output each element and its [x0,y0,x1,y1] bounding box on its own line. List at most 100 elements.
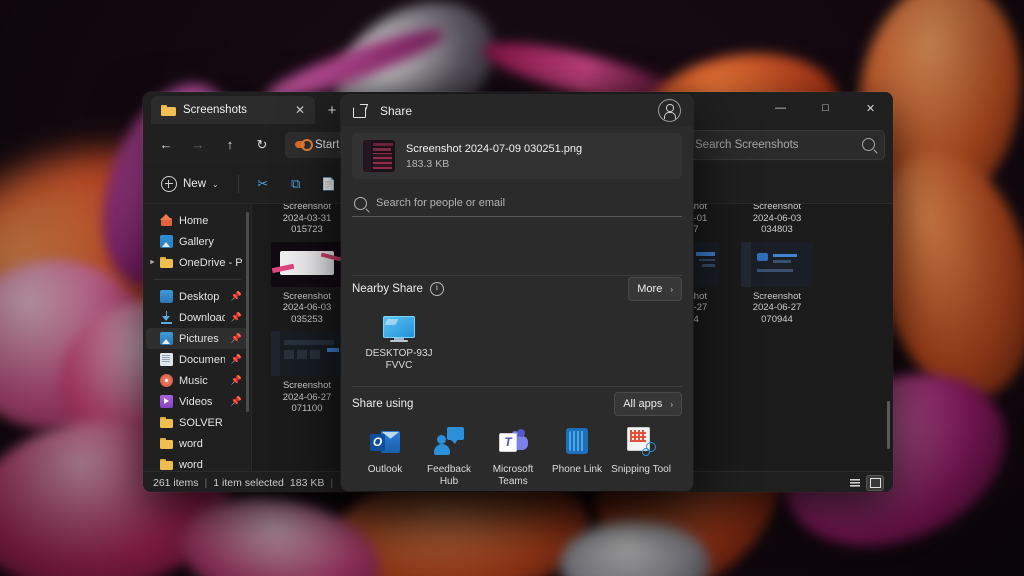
info-icon[interactable] [429,282,444,296]
status-separator: | [330,477,334,489]
file-name: Screenshot 2024-06-03 034803 [752,204,802,235]
file-item[interactable]: Screenshot 2024-06-27 070944 [738,241,816,326]
back-button[interactable]: ← [151,131,181,159]
sidebar-item-solver[interactable]: SOLVER [146,412,248,433]
share-app-microsoft-teams[interactable]: Microsoft Teams [481,427,545,488]
item-count: 261 items [153,477,199,489]
explorer-tab-screenshots[interactable]: Screenshots ✕ [151,96,315,124]
tab-title: Screenshots [183,104,247,116]
sidebar-item-label: Pictures [179,332,219,345]
chevron-right-icon: › [670,284,673,294]
share-app-label: Feedback Hub [427,464,471,487]
home-icon [160,214,173,227]
share-app-snipping-tool[interactable]: Snipping Tool [609,427,673,488]
sidebar-item-label: Home [179,214,209,227]
search-placeholder: Search Screenshots [695,138,799,151]
shared-file-size: 183.3 KB [406,157,450,170]
file-item[interactable]: Screenshot 2024-06-03 034803 [738,204,816,236]
window-controls: — □ ✕ [758,92,893,124]
tiles-view-button[interactable] [866,475,884,491]
sidebar-item-home[interactable]: Home [146,210,248,231]
shared-file-card[interactable]: Screenshot 2024-07-09 030251.png 183.3 K… [352,133,682,179]
selection-size: 183 KB [289,477,325,489]
sidebar-item-desktop[interactable]: Desktop 📌 [146,286,248,307]
microsoft-teams-icon [498,427,528,457]
pictures-icon [160,332,173,345]
sidebar-item-label: word [179,458,203,471]
downloads-icon [160,311,173,324]
share-spacer [341,217,693,275]
file-thumbnail [741,241,813,287]
close-icon[interactable]: ✕ [291,101,309,119]
outlook-icon [370,427,400,457]
sidebar-item-downloads[interactable]: Downloads 📌 [146,307,248,328]
cut-icon[interactable]: ✂ [248,170,278,198]
maximize-button[interactable]: □ [803,92,848,124]
file-thumbnail [271,241,343,287]
sidebar-item-gallery[interactable]: Gallery [146,231,248,252]
file-thumbnail [271,331,343,376]
content-scrollbar[interactable] [887,401,890,449]
nearby-device-desktop[interactable]: DESKTOP-93JFVVC [363,316,435,372]
list-view-button[interactable] [847,476,863,490]
account-icon[interactable] [658,99,681,122]
paste-icon[interactable]: 📄 [314,170,344,198]
pin-icon[interactable]: 📌 [231,396,242,407]
nearby-share-header: Nearby Share More › [341,276,693,302]
up-button[interactable]: ↑ [215,131,245,159]
people-search-input[interactable]: Search for people or email [352,190,682,217]
all-apps-button[interactable]: All apps › [614,392,682,416]
chevron-right-icon: › [670,399,673,409]
file-name: Screenshot 2024-06-03 035253 [282,290,332,325]
selection-status: 1 item selected [213,477,284,489]
pin-icon[interactable]: 📌 [231,312,242,323]
share-app-feedback-hub[interactable]: Feedback Hub [417,427,481,488]
explorer-sidebar[interactable]: Home Gallery ► OneDrive - Pers Desktop 📌… [143,204,251,471]
copy-icon[interactable]: ⧉ [281,170,311,198]
plus-icon [161,176,177,192]
sidebar-item-music[interactable]: Music 📌 [146,370,248,391]
chevron-right-icon[interactable]: ► [149,259,156,266]
file-item[interactable]: Screenshot 2024-06-03 035253 [268,241,346,326]
minimize-button[interactable]: — [758,92,803,124]
nearby-more-button[interactable]: More › [628,277,682,301]
folder-icon [160,458,173,471]
new-button[interactable]: New ⌄ [151,170,229,198]
close-window-button[interactable]: ✕ [848,92,893,124]
pin-icon[interactable]: 📌 [231,375,242,386]
file-name: Screenshot 2024-06-27 070944 [752,290,802,325]
file-item[interactable]: Screenshot 2024-06-27 071100 [268,331,346,415]
sidebar-item-word-1[interactable]: word [146,433,248,454]
search-icon [862,138,875,151]
list-view-icon [850,479,860,487]
sidebar-item-onedrive[interactable]: ► OneDrive - Pers [146,252,248,273]
refresh-button[interactable]: ↻ [247,131,277,159]
forward-button[interactable]: → [183,131,213,159]
sidebar-item-documents[interactable]: Documents 📌 [146,349,248,370]
share-app-label: Snipping Tool [611,464,671,475]
desktop-icon [160,290,173,303]
sidebar-item-label: word [179,437,203,450]
sidebar-item-videos[interactable]: Videos 📌 [146,391,248,412]
divider [237,175,239,193]
share-app-outlook[interactable]: Outlook [353,427,417,488]
pin-icon[interactable]: 📌 [231,333,242,344]
sidebar-item-pictures[interactable]: Pictures 📌 [146,328,248,349]
file-item[interactable]: Screenshot 2024-03-31 015723 [268,204,346,236]
phone-link-icon [562,427,592,457]
pin-icon[interactable]: 📌 [231,354,242,365]
file-name: Screenshot 2024-06-27 071100 [282,380,332,414]
sidebar-scrollbar[interactable] [246,212,249,412]
monitor-icon [383,316,415,342]
share-using-title: Share using [352,398,414,410]
pin-icon[interactable]: 📌 [231,291,242,302]
sidebar-item-label: Downloads [179,311,225,324]
share-app-label: Phone Link [551,464,603,475]
sidebar-item-word-2[interactable]: word [146,454,248,471]
share-dialog-title: Share [380,103,413,118]
file-thumbnail [363,140,395,172]
share-app-phone-link[interactable]: Phone Link [545,427,609,488]
share-dialog[interactable]: Share Screenshot 2024-07-09 030251.png 1… [341,95,693,491]
search-input[interactable]: Search Screenshots [685,129,885,160]
new-label: New [183,178,207,190]
